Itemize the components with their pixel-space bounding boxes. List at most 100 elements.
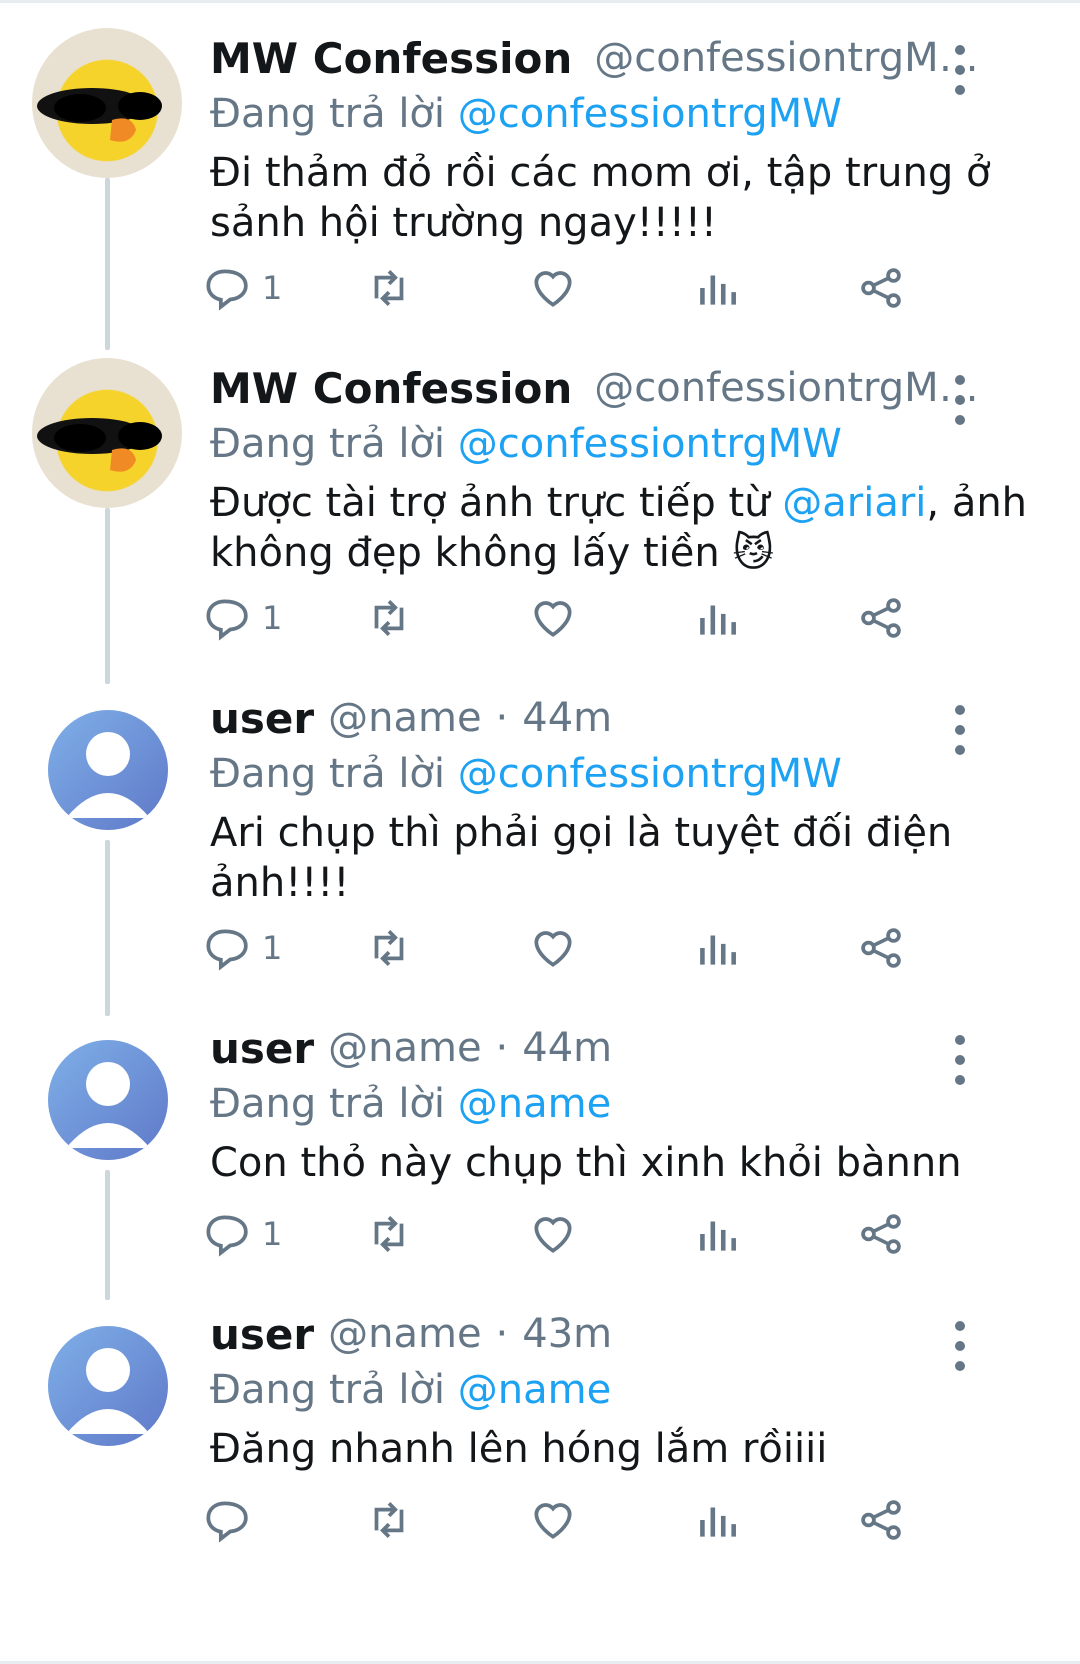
- analytics-icon: [700, 1507, 736, 1537]
- share-button[interactable]: [856, 1495, 1020, 1545]
- reply-icon: [206, 1501, 248, 1543]
- analytics-button[interactable]: [692, 1495, 856, 1545]
- like-button[interactable]: [528, 593, 692, 643]
- reply-mention-link[interactable]: @name: [458, 1081, 611, 1127]
- reply-mention-link[interactable]: @confessiontrgMW: [458, 91, 842, 137]
- like-button[interactable]: [528, 263, 692, 313]
- reply-count: 1: [262, 269, 283, 307]
- reply-icon: [206, 269, 248, 311]
- retweet-icon: [374, 1216, 404, 1252]
- like-icon: [534, 271, 572, 307]
- tweet-time[interactable]: 43m: [522, 1311, 612, 1357]
- reply-button[interactable]: 1: [200, 1209, 364, 1259]
- tweet-time[interactable]: 44m: [522, 1025, 612, 1071]
- display-name[interactable]: user: [210, 1024, 314, 1073]
- retweet-button[interactable]: [364, 1209, 528, 1259]
- tweet-text-content: Con thỏ này chụp thì xinh khỏi bànnn: [210, 1140, 962, 1186]
- more-icon[interactable]: [950, 700, 970, 760]
- tweet[interactable]: user @name · 44m Đang trả lời @name Con …: [0, 994, 1080, 1284]
- more-icon[interactable]: [950, 370, 970, 430]
- reply-mention-link[interactable]: @confessiontrgMW: [458, 421, 842, 467]
- avatar[interactable]: [48, 1040, 168, 1160]
- reply-button[interactable]: 1: [200, 263, 364, 313]
- display-name[interactable]: MW Confession: [210, 34, 572, 83]
- retweet-button[interactable]: [364, 263, 528, 313]
- user-handle[interactable]: @name: [328, 1311, 481, 1357]
- more-icon[interactable]: [950, 40, 970, 100]
- tweet-text: Đăng nhanh lên hóng lắm rồiiii: [210, 1424, 1040, 1474]
- tweet-text-content: Được tài trợ ảnh trực tiếp từ: [210, 480, 783, 526]
- analytics-icon: [700, 605, 736, 635]
- tweet[interactable]: user @name · 44m Đang trả lời @confessio…: [0, 664, 1080, 994]
- tweet[interactable]: MW Confession @confessiontrgMW⋯ Đang trả…: [0, 334, 1080, 664]
- tweet-text: Ari chụp thì phải gọi là tuyệt đối điện …: [210, 808, 1040, 908]
- retweet-button[interactable]: [364, 923, 528, 973]
- analytics-button[interactable]: [692, 593, 856, 643]
- tweet-actions: [200, 1490, 1020, 1550]
- tweet-actions: 1: [200, 588, 1020, 648]
- avatar[interactable]: [48, 710, 168, 830]
- reply-prefix: Đang trả lời: [210, 91, 458, 137]
- like-icon: [534, 931, 572, 967]
- avatar[interactable]: [48, 1326, 168, 1446]
- tweet-text-content: Đăng nhanh lên hóng lắm rồiiii: [210, 1426, 828, 1472]
- like-button[interactable]: [528, 1209, 692, 1259]
- user-handle[interactable]: @name: [328, 695, 481, 741]
- reply-button[interactable]: [200, 1495, 364, 1545]
- tweet-actions: 1: [200, 918, 1020, 978]
- tweet-actions: 1: [200, 258, 1020, 318]
- reply-context: Đang trả lời @confessiontrgMW: [210, 86, 1040, 142]
- retweet-button[interactable]: [364, 1495, 528, 1545]
- retweet-button[interactable]: [364, 593, 528, 643]
- like-icon: [534, 1503, 572, 1539]
- avatar[interactable]: [32, 28, 182, 178]
- share-button[interactable]: [856, 593, 1020, 643]
- reply-context: Đang trả lời @confessiontrgMW: [210, 416, 1040, 472]
- share-icon: [861, 928, 901, 968]
- share-button[interactable]: [856, 263, 1020, 313]
- analytics-icon: [700, 275, 736, 305]
- share-button[interactable]: [856, 1209, 1020, 1259]
- time-separator: ·: [495, 695, 509, 741]
- retweet-icon: [374, 930, 404, 966]
- like-button[interactable]: [528, 1495, 692, 1545]
- like-button[interactable]: [528, 923, 692, 973]
- reply-mention-link[interactable]: @name: [458, 1367, 611, 1413]
- display-name[interactable]: MW Confession: [210, 364, 572, 413]
- retweet-icon: [374, 600, 404, 636]
- tweet-time[interactable]: 44m: [522, 695, 612, 741]
- reply-prefix: Đang trả lời: [210, 1081, 458, 1127]
- share-icon: [861, 1214, 901, 1254]
- reply-mention-link[interactable]: @confessiontrgMW: [458, 751, 842, 797]
- reply-button[interactable]: 1: [200, 593, 364, 643]
- reply-prefix: Đang trả lời: [210, 421, 458, 467]
- tweet-text: Con thỏ này chụp thì xinh khỏi bànnn: [210, 1138, 1040, 1188]
- user-handle[interactable]: @name: [328, 1025, 481, 1071]
- tweet[interactable]: user @name · 43m Đang trả lời @name Đăng…: [0, 1280, 1080, 1660]
- more-icon[interactable]: [950, 1316, 970, 1376]
- analytics-icon: [700, 935, 736, 965]
- tweet-text-content: Đi thảm đỏ rồi các mom ơi, tập trung ở s…: [210, 150, 991, 246]
- tweet[interactable]: MW Confession @confessiontrgMW⋯ Đang trả…: [0, 4, 1080, 334]
- text-mention-link[interactable]: @ariari: [782, 480, 926, 526]
- analytics-button[interactable]: [692, 1209, 856, 1259]
- display-name[interactable]: user: [210, 1310, 314, 1359]
- time-separator: ·: [495, 1311, 509, 1357]
- reply-context: Đang trả lời @confessiontrgMW: [210, 746, 1040, 802]
- display-name[interactable]: user: [210, 694, 314, 743]
- reply-icon: [206, 599, 248, 641]
- reply-prefix: Đang trả lời: [210, 751, 458, 797]
- reply-count: 1: [262, 599, 283, 637]
- retweet-icon: [374, 270, 404, 306]
- like-icon: [534, 601, 572, 637]
- more-icon[interactable]: [950, 1030, 970, 1090]
- share-icon: [861, 268, 901, 308]
- analytics-button[interactable]: [692, 263, 856, 313]
- top-border: [0, 0, 1080, 3]
- reply-button[interactable]: 1: [200, 923, 364, 973]
- avatar[interactable]: [32, 358, 182, 508]
- share-button[interactable]: [856, 923, 1020, 973]
- share-icon: [861, 1500, 901, 1540]
- retweet-icon: [374, 1502, 404, 1538]
- analytics-button[interactable]: [692, 923, 856, 973]
